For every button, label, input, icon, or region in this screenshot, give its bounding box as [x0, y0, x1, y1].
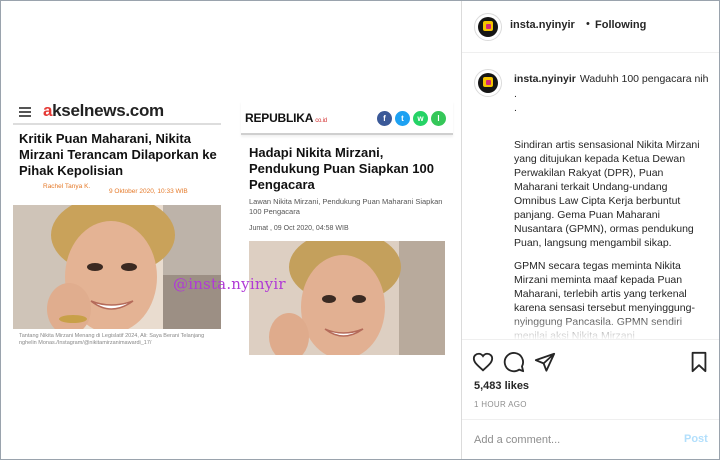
post-sidebar: insta.nyinyir • Following insta.nyinyir W… — [462, 1, 719, 459]
republika-logo: REPUBLIKA co.id — [245, 111, 327, 125]
line-icon: l — [431, 111, 446, 126]
header-separator: • — [586, 18, 590, 30]
republika-subheadline: Lawan Nikita Mirzani, Pendukung Puan Mah… — [249, 197, 443, 216]
whatsapp-icon: w — [413, 111, 428, 126]
republika-headline: Hadapi Nikita Mirzani, Pendukung Puan Si… — [249, 145, 434, 192]
likes-count[interactable]: 5,483 likes — [474, 380, 529, 392]
comment-icon[interactable] — [503, 351, 525, 373]
akselnews-photo-caption: Tantang Nikita Mirzani Menang di Legisla… — [19, 333, 205, 346]
akselnews-header: akselnews.com — [13, 97, 221, 125]
republika-clipping: REPUBLIKA co.id f t w l Hadapi Nikita Mir… — [241, 101, 453, 357]
akselnews-photo — [13, 205, 221, 329]
akselnews-headline: Kritik Puan Maharani, Nikita Mirzani Ter… — [19, 131, 217, 178]
republika-photo — [249, 241, 445, 355]
following-button[interactable]: Following — [595, 19, 646, 31]
avatar[interactable] — [474, 13, 502, 41]
akselnews-logo: akselnews.com — [43, 101, 164, 120]
post-image[interactable]: akselnews.com Kritik Puan Maharani, Niki… — [1, 1, 461, 459]
caption-first-line: insta.nyinyir Waduhh 100 pengacara nih — [514, 72, 710, 86]
caption-area[interactable]: insta.nyinyir Waduhh 100 pengacara nih ..… — [462, 54, 719, 340]
bookmark-icon[interactable] — [688, 351, 710, 373]
twitter-icon: t — [395, 111, 410, 126]
caption-dots: .. — [514, 88, 517, 114]
republika-header: REPUBLIKA co.id f t w l — [241, 101, 453, 135]
caption-first-text: Waduhh 100 pengacara nih — [579, 73, 709, 85]
action-bar — [462, 347, 719, 377]
post-header: insta.nyinyir • Following — [462, 1, 719, 53]
post-watermark: @insta.nyinyir — [173, 275, 286, 293]
akselnews-byline: Rachel Tanya K. — [43, 183, 91, 190]
comment-bar: Post — [462, 419, 719, 459]
caption-avatar[interactable] — [474, 69, 502, 97]
caption-paragraph-1: Sindiran artis sensasional Nikita Mirzan… — [514, 139, 700, 249]
akselnews-clipping: akselnews.com Kritik Puan Maharani, Niki… — [13, 93, 221, 355]
caption-username[interactable]: insta.nyinyir — [514, 73, 576, 85]
akselnews-date: 9 Oktober 2020, 10:33 WIB — [109, 188, 188, 195]
post-timestamp[interactable]: 1 HOUR AGO — [474, 400, 527, 409]
header-username[interactable]: insta.nyinyir — [510, 19, 575, 31]
caption-fade — [462, 314, 719, 339]
share-icon[interactable] — [534, 351, 556, 373]
facebook-icon: f — [377, 111, 392, 126]
hamburger-menu-icon — [19, 107, 31, 117]
comment-input[interactable] — [474, 432, 664, 448]
post-comment-button[interactable]: Post — [684, 433, 708, 445]
republika-date: Jumat , 09 Oct 2020, 04:58 WIB — [249, 225, 349, 232]
heart-icon[interactable] — [472, 351, 494, 373]
